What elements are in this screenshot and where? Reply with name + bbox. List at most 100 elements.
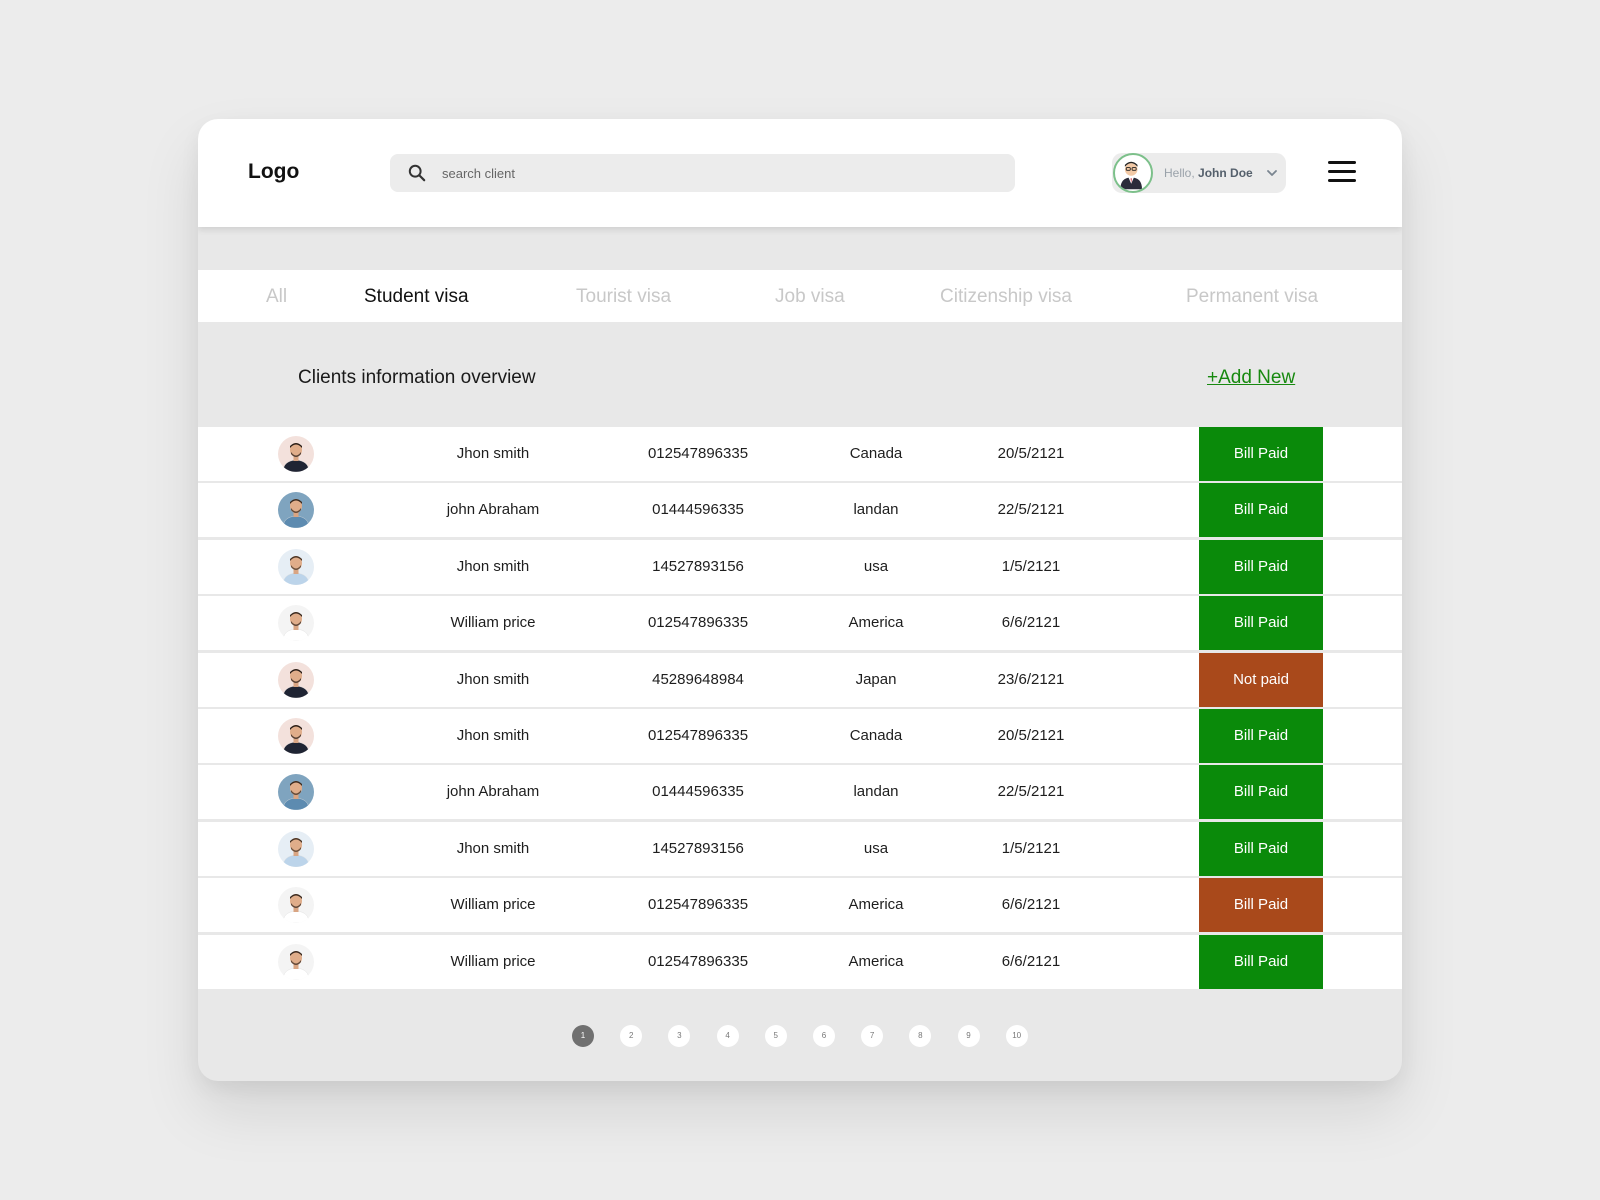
tab-citizenship-visa[interactable]: Citizenship visa [940,286,1072,308]
page-button[interactable]: 3 [668,1025,691,1047]
table-row[interactable]: john Abraham 01444596335 landan 22/5/2121 Bi… [198,483,1402,538]
status-badge[interactable]: Bill Paid [1199,708,1323,763]
client-country: usa [863,557,889,575]
client-date: 20/5/2121 [997,445,1065,462]
table-row[interactable]: Jhon smith 14527893156 usa 1/5/2121 Bill Pai… [198,539,1402,594]
user-greeting: Hello, John Doe [1164,166,1253,180]
client-date: 23/6/2121 [997,670,1065,688]
search-bar[interactable] [390,154,1015,192]
client-phone: 01444596335 [652,501,744,519]
client-phone: 01444596335 [652,783,744,801]
client-date: 22/5/2121 [997,501,1065,519]
status-badge[interactable]: Bill Paid [1199,483,1323,538]
table-row[interactable]: Jhon smith 012547896335 Canada 20/5/2121 Bil… [198,708,1402,763]
tab-all[interactable]: All [266,286,287,308]
table-row[interactable]: William price 012547896335 America 6/6/2121… [198,596,1402,651]
client-avatar [278,436,314,472]
clients-table: Jhon smith 012547896335 Canada 20/5/2121 Bil… [198,427,1402,991]
client-phone: 45289648984 [652,670,744,688]
client-date: 1/5/2121 [1001,557,1061,575]
status-badge[interactable]: Not paid [1199,652,1323,707]
add-new-button[interactable]: +Add New [1207,367,1295,389]
table-row[interactable]: Jhon smith 45289648984 Japan 23/6/2121 Not p… [198,652,1402,707]
page-button[interactable]: 1 [572,1025,594,1047]
status-badge[interactable]: Bill Paid [1199,596,1323,651]
tab-job-visa[interactable]: Job visa [775,286,845,308]
status-badge[interactable]: Bill Paid [1199,765,1323,820]
client-country: America [848,952,904,970]
chevron-down-icon[interactable] [1266,167,1278,179]
client-phone: 012547896335 [647,726,749,744]
tab-tourist-visa[interactable]: Tourist visa [576,286,671,308]
status-badge[interactable]: Bill Paid [1199,821,1323,876]
client-country: Canada [849,445,903,462]
client-country: landan [853,501,899,519]
client-name: john Abraham [446,501,540,519]
search-icon[interactable] [408,164,426,182]
hamburger-menu-icon[interactable] [1328,161,1356,185]
page-button[interactable]: 7 [861,1025,884,1047]
table-row[interactable]: Jhon smith 012547896335 Canada 20/5/2121 Bil… [198,427,1402,481]
greeting-text: Hello, [1164,166,1195,180]
client-name: Jhon smith [456,726,530,744]
client-name: William price [450,896,536,914]
app-window: Logo Hello, [198,119,1402,1081]
status-badge[interactable]: Bill Paid [1199,427,1323,481]
client-avatar [278,605,314,642]
client-name: William price [450,952,536,970]
page-button[interactable]: 2 [620,1025,643,1047]
top-header: Logo Hello, [198,119,1402,227]
client-phone: 012547896335 [647,445,749,462]
client-phone: 012547896335 [647,896,749,914]
table-row[interactable]: William price 012547896335 America 6/6/2121… [198,878,1402,933]
client-avatar [278,548,314,585]
client-phone: 012547896335 [647,614,749,632]
tab-student-visa[interactable]: Student visa [364,286,469,308]
pagination: 1 2 3 4 5 6 7 8 9 10 [572,1025,1054,1047]
client-avatar [278,943,314,980]
client-date: 22/5/2121 [997,783,1065,801]
page-button[interactable]: 9 [957,1025,980,1047]
section-title: Clients information overview [298,367,536,388]
page-button[interactable]: 8 [909,1025,932,1047]
client-avatar [278,717,314,754]
page-button[interactable]: 6 [812,1025,835,1047]
client-avatar [278,661,314,698]
client-phone: 14527893156 [652,839,744,857]
client-date: 6/6/2121 [1001,952,1061,970]
client-name: john Abraham [446,783,540,801]
client-country: America [848,896,904,914]
client-name: Jhon smith [456,670,530,688]
client-name: Jhon smith [456,557,530,575]
client-date: 6/6/2121 [1001,896,1061,914]
client-phone: 012547896335 [647,952,749,970]
search-input[interactable] [442,163,982,183]
client-country: Canada [849,726,903,744]
status-badge[interactable]: Bill Paid [1199,539,1323,594]
page-button[interactable]: 4 [716,1025,739,1047]
table-row[interactable]: Jhon smith 14527893156 usa 1/5/2121 Bill Pai… [198,821,1402,876]
client-country: Japan [855,670,897,688]
status-badge[interactable]: Bill Paid [1199,878,1323,933]
page-button[interactable]: 10 [1005,1025,1028,1047]
client-country: landan [853,783,899,801]
page-button[interactable]: 5 [764,1025,787,1047]
client-name: Jhon smith [456,445,530,462]
status-badge[interactable]: Bill Paid [1199,934,1323,989]
client-avatar [278,830,314,867]
table-row[interactable]: William price 012547896335 America 6/6/2121… [198,934,1402,989]
client-avatar [278,887,314,924]
logo[interactable]: Logo [248,160,299,184]
client-name: Jhon smith [456,839,530,857]
visa-tabs: All Student visa Tourist visa Job visa C… [198,270,1402,322]
client-name: William price [450,614,536,632]
table-row[interactable]: john Abraham 01444596335 landan 22/5/2121 Bi… [198,765,1402,820]
client-avatar [278,492,314,529]
user-name: John Doe [1198,166,1253,180]
client-phone: 14527893156 [652,557,744,575]
client-country: usa [863,839,889,857]
user-menu[interactable]: Hello, John Doe [1112,153,1286,193]
user-avatar-icon[interactable] [1113,153,1153,193]
tab-permanent-visa[interactable]: Permanent visa [1186,286,1318,308]
client-country: America [848,614,904,632]
